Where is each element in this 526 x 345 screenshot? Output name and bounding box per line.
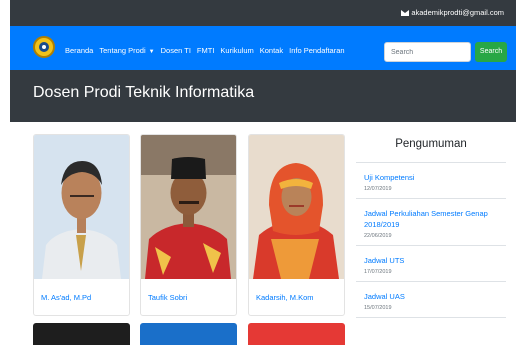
announcements-panel: Pengumuman Uji Kompetensi 12/07/2019 Jad…: [356, 134, 506, 318]
lecturer-name[interactable]: Taufik Sobri: [148, 293, 187, 302]
lecturer-photo[interactable]: [141, 135, 236, 279]
lecturer-name[interactable]: M. As'ad, M.Pd: [41, 293, 91, 302]
lecturer-photo[interactable]: [34, 135, 129, 279]
top-bar: akademikprodti@gmail.com: [10, 0, 516, 26]
nav-menu: Beranda Tentang Prodi ▼ Dosen TI FMTI Kur…: [65, 46, 345, 55]
announcement-date: 17/07/2019: [364, 269, 392, 275]
nav-item-tentang-prodi[interactable]: Tentang Prodi ▼: [99, 46, 154, 55]
envelope-icon: [401, 9, 410, 16]
announcement-date: 12/07/2019: [364, 186, 392, 192]
nav-item-kurikulum[interactable]: Kurikulum: [220, 46, 253, 55]
announcement-link[interactable]: Uji Kompetensi: [364, 172, 506, 183]
lecturer-card-partial[interactable]: [140, 323, 237, 345]
announcement-item[interactable]: Jadwal UTS 17/07/2019: [356, 246, 506, 282]
page-header: Dosen Prodi Teknik Informatika: [10, 70, 516, 122]
announcement-link[interactable]: Jadwal UAS: [364, 291, 506, 302]
lecturer-card-partial[interactable]: [248, 323, 345, 345]
lecturer-card[interactable]: M. As'ad, M.Pd: [33, 134, 130, 316]
announcement-date: 15/07/2019: [364, 305, 392, 311]
lecturer-card[interactable]: Taufik Sobri: [140, 134, 237, 316]
nav-item-dosen-ti[interactable]: Dosen TI: [161, 46, 191, 55]
lecturer-card-partial[interactable]: [33, 323, 130, 345]
announcement-item[interactable]: Uji Kompetensi 12/07/2019: [356, 163, 506, 199]
search-input[interactable]: [384, 42, 471, 62]
caret-down-icon: ▼: [148, 49, 155, 55]
university-logo[interactable]: [33, 36, 55, 58]
lecturer-photo[interactable]: [249, 135, 344, 279]
nav-item-beranda[interactable]: Beranda: [65, 46, 93, 55]
browser-page: akademikprodti@gmail.com Beranda Tentang…: [10, 0, 516, 345]
nav-item-kontak[interactable]: Kontak: [260, 46, 283, 55]
announcements-title: Pengumuman: [356, 134, 506, 163]
page-title: Dosen Prodi Teknik Informatika: [33, 84, 255, 101]
nav-item-info-pendaftaran[interactable]: Info Pendaftaran: [289, 46, 344, 55]
lecturer-card[interactable]: Kadarsih, M.Kom: [248, 134, 345, 316]
search-button[interactable]: Search: [475, 42, 507, 62]
nav-item-tentang-prodi-label[interactable]: Tentang Prodi: [99, 46, 145, 55]
contact-email-text[interactable]: akademikprodti@gmail.com: [411, 8, 504, 17]
announcement-link[interactable]: Jadwal UTS: [364, 255, 506, 266]
announcement-item[interactable]: Jadwal UAS 15/07/2019: [356, 282, 506, 318]
contact-email[interactable]: akademikprodti@gmail.com: [401, 8, 504, 17]
announcement-link[interactable]: Jadwal Perkuliahan Semester Genap 2018/2…: [364, 208, 506, 230]
announcement-item[interactable]: Jadwal Perkuliahan Semester Genap 2018/2…: [356, 199, 506, 246]
main-navbar: Beranda Tentang Prodi ▼ Dosen TI FMTI Kur…: [10, 26, 516, 70]
lecturer-name[interactable]: Kadarsih, M.Kom: [256, 293, 314, 302]
announcement-date: 22/06/2019: [364, 233, 392, 239]
nav-item-fmti[interactable]: FMTI: [197, 46, 215, 55]
